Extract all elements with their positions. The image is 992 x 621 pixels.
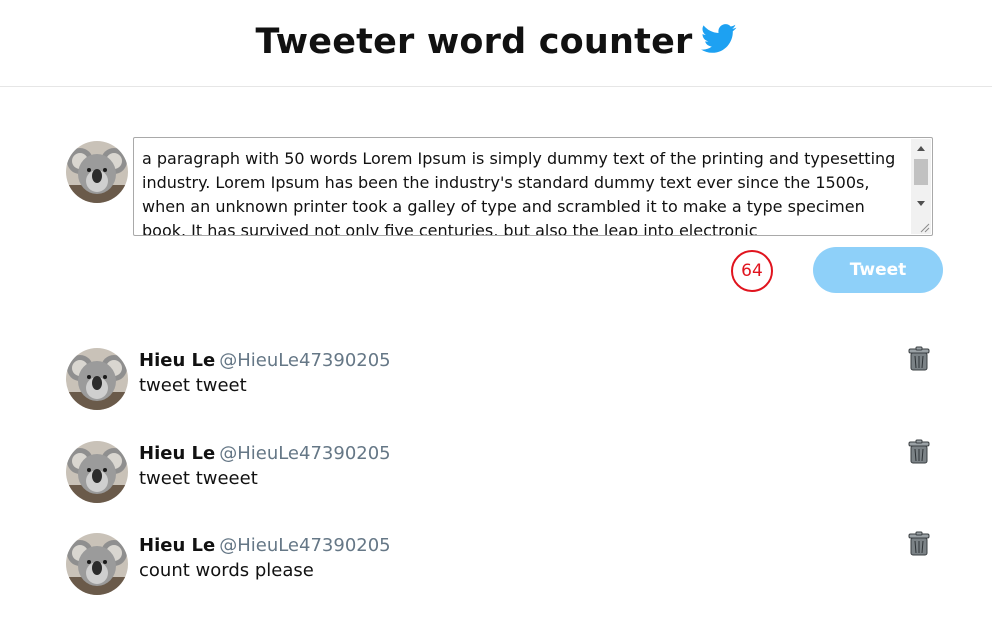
tweet-author: Hieu Le @HieuLe47390205 (139, 535, 391, 556)
koala-avatar-image (66, 141, 128, 203)
koala-avatar-image (66, 348, 128, 410)
tweet-compose-text[interactable]: a paragraph with 50 words Lorem Ipsum is… (142, 147, 910, 235)
scroll-down-icon[interactable] (917, 201, 925, 206)
textarea-scrollbar[interactable] (911, 139, 931, 234)
tweet-button[interactable]: Tweet (813, 247, 943, 293)
tweet-compose-textarea[interactable]: a paragraph with 50 words Lorem Ipsum is… (133, 137, 933, 236)
tweet-author: Hieu Le @HieuLe47390205 (139, 350, 391, 371)
tweet-item: Hieu Le @HieuLe47390205 count words pleas… (0, 531, 992, 603)
koala-avatar-image (66, 533, 128, 595)
tweet-avatar (66, 348, 128, 410)
tweet-author-handle: @HieuLe47390205 (219, 350, 391, 371)
composer-avatar (66, 141, 128, 203)
tweet-author-name: Hieu Le (139, 350, 216, 371)
trash-icon[interactable] (907, 531, 931, 557)
twitter-bird-icon (700, 24, 736, 53)
tweet-item: Hieu Le @HieuLe47390205 tweet tweeet (0, 439, 992, 511)
word-count-badge: 64 (731, 250, 773, 292)
tweet-text: tweet tweet (139, 375, 247, 396)
header: Tweeter word counter (0, 0, 992, 87)
tweet-text: count words please (139, 560, 314, 581)
scrollbar-thumb[interactable] (914, 159, 928, 185)
trash-icon[interactable] (907, 439, 931, 465)
tweet-avatar (66, 533, 128, 595)
page-title-text: Tweeter word counter (255, 22, 693, 62)
tweet-avatar (66, 441, 128, 503)
tweet-text: tweet tweeet (139, 468, 258, 489)
tweet-author-name: Hieu Le (139, 535, 216, 556)
trash-icon[interactable] (907, 346, 931, 372)
tweet-item: Hieu Le @HieuLe47390205 tweet tweet (0, 346, 992, 418)
page-title: Tweeter word counter (0, 22, 992, 62)
tweet-author: Hieu Le @HieuLe47390205 (139, 443, 391, 464)
scroll-up-icon[interactable] (917, 146, 925, 151)
tweet-author-name: Hieu Le (139, 443, 216, 464)
resize-grip-icon[interactable] (918, 221, 930, 233)
koala-avatar-image (66, 441, 128, 503)
tweet-author-handle: @HieuLe47390205 (219, 443, 391, 464)
tweet-author-handle: @HieuLe47390205 (219, 535, 391, 556)
